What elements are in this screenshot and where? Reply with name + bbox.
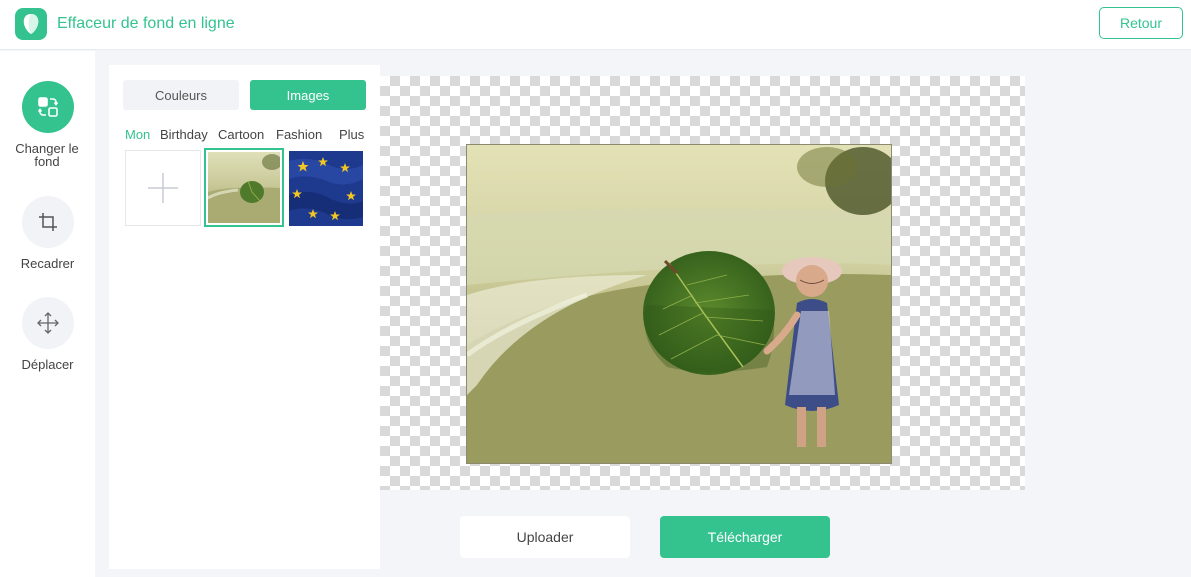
app-logo-icon bbox=[15, 8, 47, 40]
thumbnail-leaf-beach[interactable] bbox=[204, 148, 284, 227]
app-title: Effaceur de fond en ligne bbox=[57, 15, 235, 32]
tool-label: Changer le fond bbox=[15, 141, 79, 169]
plus-icon bbox=[148, 173, 178, 203]
category-plus[interactable]: Plus bbox=[339, 127, 364, 142]
tool-move[interactable]: Déplacer bbox=[0, 297, 95, 371]
thumbnail-eu-flag[interactable] bbox=[289, 151, 363, 226]
back-button[interactable]: Retour bbox=[1099, 7, 1183, 39]
swap-icon bbox=[21, 81, 74, 133]
background-panel: Couleurs Images Mon Birthday Cartoon Fas… bbox=[109, 65, 380, 569]
crop-icon bbox=[21, 196, 74, 248]
tool-rail: Changer le fond Recadrer Déplacer bbox=[0, 51, 95, 577]
category-birthday[interactable]: Birthday bbox=[160, 127, 208, 142]
upload-button[interactable]: Uploader bbox=[460, 516, 630, 558]
download-button[interactable]: Télécharger bbox=[660, 516, 830, 558]
edited-photo[interactable] bbox=[466, 144, 892, 464]
tab-colors[interactable]: Couleurs bbox=[123, 80, 239, 110]
editor-canvas[interactable] bbox=[380, 76, 1025, 490]
move-icon bbox=[21, 297, 74, 349]
tool-change-background[interactable]: Changer le fond bbox=[0, 81, 95, 168]
tool-crop[interactable]: Recadrer bbox=[0, 196, 95, 270]
add-background-button[interactable] bbox=[125, 150, 201, 226]
app-header: Effaceur de fond en ligne Retour bbox=[0, 0, 1191, 50]
tab-images[interactable]: Images bbox=[250, 80, 366, 110]
tool-label: Recadrer bbox=[20, 256, 75, 271]
tool-label: Déplacer bbox=[21, 357, 74, 372]
category-fashion[interactable]: Fashion bbox=[276, 127, 322, 142]
category-mon[interactable]: Mon bbox=[125, 127, 150, 142]
category-cartoon[interactable]: Cartoon bbox=[218, 127, 264, 142]
